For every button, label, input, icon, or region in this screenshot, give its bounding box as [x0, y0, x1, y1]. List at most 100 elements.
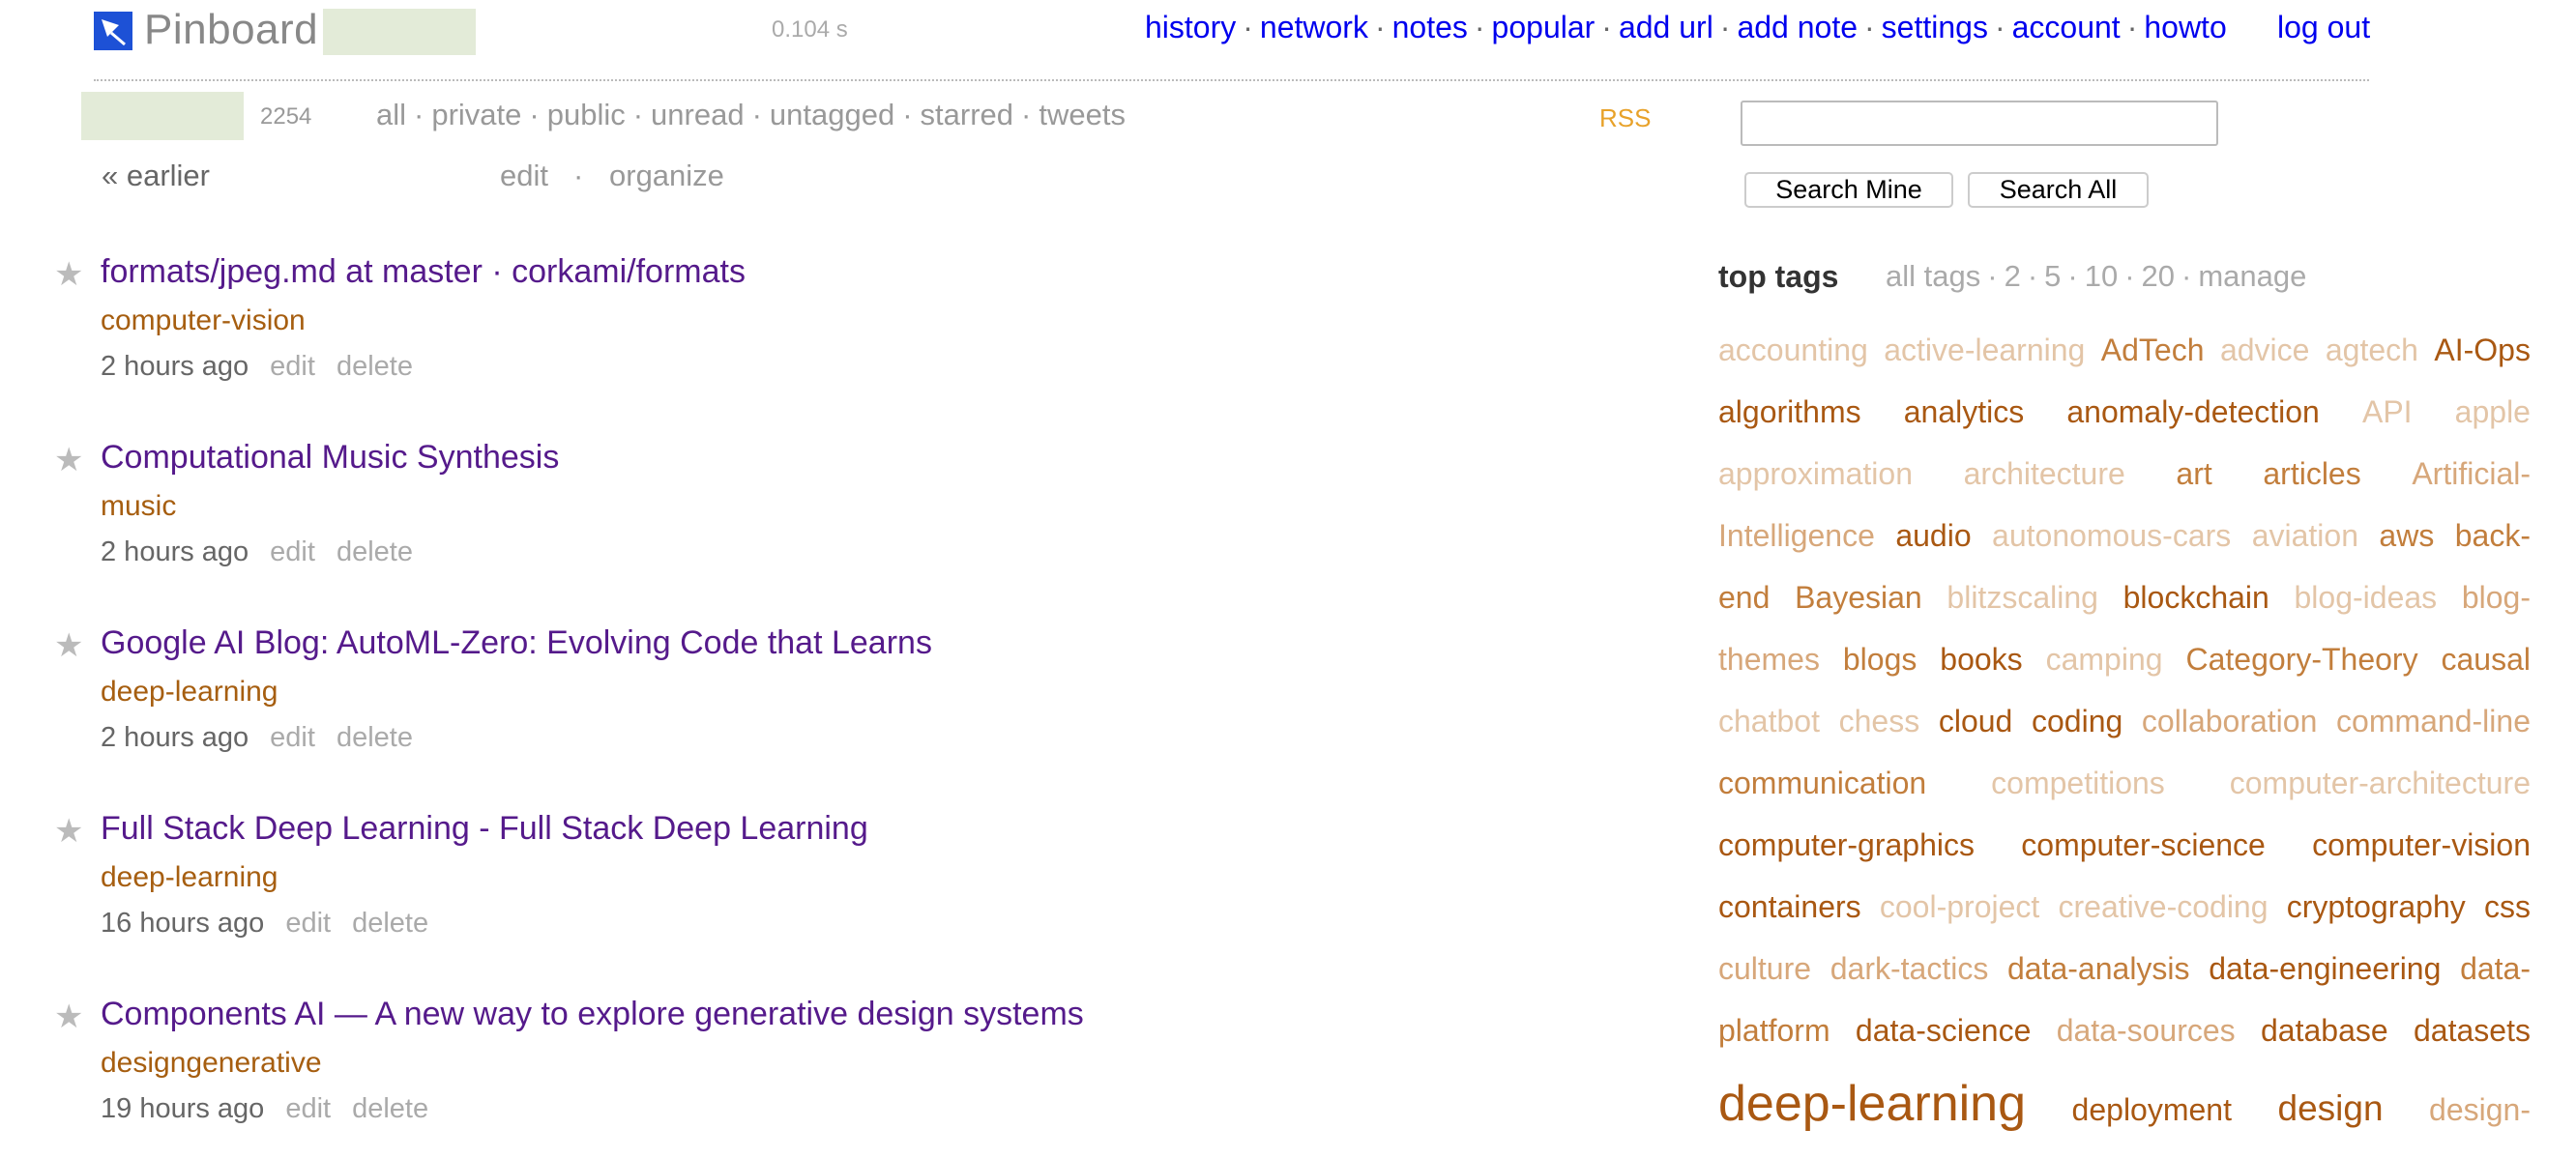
- bookmark-time[interactable]: 19 hours ago: [101, 1093, 264, 1124]
- tag-link[interactable]: design-: [2429, 1092, 2531, 1128]
- bookmark-delete-link[interactable]: delete: [337, 536, 413, 567]
- bookmark-edit-link[interactable]: edit: [270, 536, 315, 567]
- tag-link[interactable]: communication: [1718, 766, 1926, 801]
- tag-link[interactable]: art: [2176, 456, 2211, 492]
- logout-link[interactable]: log out: [2277, 10, 2370, 45]
- nav-howto[interactable]: howto: [2144, 10, 2226, 44]
- bookmark-title[interactable]: Full Stack Deep Learning - Full Stack De…: [101, 810, 868, 848]
- tag-link[interactable]: end: [1718, 580, 1770, 616]
- tag-link[interactable]: computer-graphics: [1718, 827, 1975, 863]
- tag-link[interactable]: back-: [2455, 518, 2531, 554]
- tag-link[interactable]: advice: [2220, 333, 2310, 368]
- tag-link[interactable]: aws: [2379, 518, 2434, 554]
- star-icon[interactable]: ★: [54, 998, 83, 1036]
- tag-link[interactable]: Artificial-: [2412, 456, 2531, 492]
- tag-link[interactable]: causal: [2441, 642, 2531, 678]
- bookmark-time[interactable]: 2 hours ago: [101, 536, 249, 567]
- tag-link[interactable]: apple: [2455, 394, 2531, 430]
- bookmark-tag[interactable]: deep-learning: [101, 861, 278, 893]
- tag-link[interactable]: deployment: [2072, 1092, 2232, 1128]
- tag-link[interactable]: computer-vision: [2312, 827, 2531, 863]
- tag-link[interactable]: computer-science: [2021, 827, 2266, 863]
- nav-settings[interactable]: settings: [1882, 10, 1988, 44]
- tag-link[interactable]: themes: [1718, 642, 1820, 678]
- bookmark-time[interactable]: 2 hours ago: [101, 351, 249, 382]
- tag-link[interactable]: architecture: [1964, 456, 2125, 492]
- tag-link[interactable]: command-line: [2336, 704, 2531, 739]
- search-all-button[interactable]: Search All: [1968, 172, 2149, 208]
- nav-add-note[interactable]: add note: [1737, 10, 1858, 44]
- nav-popular[interactable]: popular: [1492, 10, 1595, 44]
- top-10-link[interactable]: 10: [2085, 259, 2118, 293]
- filter-starred[interactable]: starred: [921, 98, 1013, 131]
- tag-link[interactable]: chatbot: [1718, 704, 1820, 739]
- tag-link[interactable]: design: [2278, 1088, 2384, 1129]
- tag-link[interactable]: database: [2261, 1013, 2388, 1049]
- tag-link[interactable]: containers: [1718, 889, 1861, 925]
- bookmark-title[interactable]: Components AI — A new way to explore gen…: [101, 996, 1084, 1033]
- tag-link[interactable]: blockchain: [2123, 580, 2269, 616]
- tag-link[interactable]: blog-ideas: [2295, 580, 2438, 616]
- top-20-link[interactable]: 20: [2142, 259, 2175, 293]
- tag-link[interactable]: culture: [1718, 951, 1811, 987]
- bookmark-edit-link[interactable]: edit: [285, 908, 331, 939]
- tag-link[interactable]: css: [2484, 889, 2531, 925]
- filter-public[interactable]: public: [547, 98, 626, 131]
- bookmark-tag[interactable]: generative: [186, 1047, 321, 1079]
- bookmark-delete-link[interactable]: delete: [352, 1093, 428, 1124]
- tag-link[interactable]: cryptography: [2287, 889, 2466, 925]
- tag-link[interactable]: AI-Ops: [2434, 333, 2531, 368]
- logo-text[interactable]: Pinboard: [144, 6, 318, 54]
- filter-all[interactable]: all: [376, 98, 406, 131]
- tag-link[interactable]: agtech: [2326, 333, 2418, 368]
- bookmark-time[interactable]: 2 hours ago: [101, 722, 249, 753]
- bookmark-time[interactable]: 16 hours ago: [101, 908, 264, 939]
- top-2-link[interactable]: 2: [2005, 259, 2021, 293]
- pinboard-logo-icon[interactable]: [94, 12, 132, 50]
- tag-link[interactable]: API: [2362, 394, 2413, 430]
- bookmark-title[interactable]: Google AI Blog: AutoML-Zero: Evolving Co…: [101, 624, 932, 662]
- tag-link[interactable]: blog-: [2462, 580, 2531, 616]
- bookmark-delete-link[interactable]: delete: [352, 908, 428, 939]
- tag-link[interactable]: camping: [2046, 642, 2163, 678]
- nav-network[interactable]: network: [1260, 10, 1368, 44]
- bookmark-tag[interactable]: computer-vision: [101, 304, 306, 336]
- tag-link[interactable]: algorithms: [1718, 394, 1861, 430]
- tag-link[interactable]: data-engineering: [2209, 951, 2441, 987]
- tag-link[interactable]: dark-tactics: [1830, 951, 1989, 987]
- bookmark-delete-link[interactable]: delete: [337, 351, 413, 382]
- bookmark-tag[interactable]: deep-learning: [101, 676, 278, 708]
- earlier-link[interactable]: « earlier: [102, 159, 210, 193]
- tag-link[interactable]: data-analysis: [2007, 951, 2190, 987]
- tag-link[interactable]: Intelligence: [1718, 518, 1875, 554]
- tag-link[interactable]: cloud: [1939, 704, 2013, 739]
- bookmark-edit-link[interactable]: edit: [285, 1093, 331, 1124]
- filter-private[interactable]: private: [431, 98, 521, 131]
- tag-link[interactable]: data-: [2460, 951, 2531, 987]
- filter-unread[interactable]: unread: [651, 98, 745, 131]
- search-mine-button[interactable]: Search Mine: [1744, 172, 1953, 208]
- filter-tweets[interactable]: tweets: [1039, 98, 1126, 131]
- bookmark-edit-link[interactable]: edit: [270, 722, 315, 753]
- star-icon[interactable]: ★: [54, 812, 83, 851]
- star-icon[interactable]: ★: [54, 441, 83, 479]
- tag-link[interactable]: Bayesian: [1795, 580, 1922, 616]
- organize-link[interactable]: organize: [609, 159, 724, 193]
- search-input[interactable]: [1741, 101, 2218, 146]
- nav-account[interactable]: account: [2012, 10, 2121, 44]
- nav-history[interactable]: history: [1145, 10, 1236, 44]
- tag-link[interactable]: articles: [2263, 456, 2360, 492]
- tag-link[interactable]: blitzscaling: [1947, 580, 2098, 616]
- star-icon[interactable]: ★: [54, 255, 83, 294]
- tag-link[interactable]: blogs: [1843, 642, 1917, 678]
- bookmark-title[interactable]: formats/jpeg.md at master · corkami/form…: [101, 253, 746, 291]
- nav-add-url[interactable]: add url: [1619, 10, 1713, 44]
- tag-link[interactable]: approximation: [1718, 456, 1913, 492]
- filter-untagged[interactable]: untagged: [770, 98, 894, 131]
- bookmark-delete-link[interactable]: delete: [337, 722, 413, 753]
- rss-link[interactable]: RSS: [1599, 103, 1651, 133]
- tag-link[interactable]: aviation: [2252, 518, 2358, 554]
- tag-link[interactable]: platform: [1718, 1013, 1830, 1049]
- tag-link[interactable]: audio: [1895, 518, 1971, 554]
- tag-link[interactable]: cool-project: [1880, 889, 2039, 925]
